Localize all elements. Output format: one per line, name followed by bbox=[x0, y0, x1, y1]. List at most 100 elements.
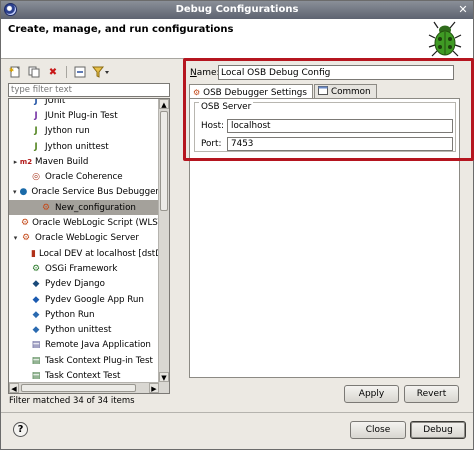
tree-item-label: OSGi Framework bbox=[45, 263, 118, 274]
panel-splitter[interactable] bbox=[178, 61, 183, 407]
tree-item[interactable]: ◆ Python unittest bbox=[9, 322, 159, 337]
tree-item[interactable]: ⚙ OSGi Framework bbox=[9, 261, 159, 276]
close-icon[interactable]: ✕ bbox=[456, 3, 470, 17]
debug-button[interactable]: Debug bbox=[410, 421, 466, 439]
tree-item[interactable]: ▮ Local DEV at localhost [dstDoma bbox=[9, 246, 169, 261]
tree-item[interactable]: ▤ Remote Java Application bbox=[9, 338, 159, 353]
tree-item-label: Task Context Test bbox=[45, 370, 121, 381]
tree-item[interactable]: ▸ m2 Maven Build bbox=[9, 154, 159, 169]
configuration-tabs: ⚙ OSB Debugger Settings Common bbox=[189, 84, 377, 100]
tree-vertical-scrollbar[interactable]: ▲ ▼ bbox=[158, 99, 169, 393]
collapse-all-icon[interactable] bbox=[72, 65, 88, 79]
new-configuration-icon[interactable]: ✱ bbox=[7, 65, 23, 79]
tree-item-label: JUnit bbox=[45, 98, 66, 106]
tab-content: OSB Server Host: Port: bbox=[189, 98, 460, 378]
svg-text:✱: ✱ bbox=[9, 67, 14, 74]
weblogic-icon: ⚙ bbox=[21, 233, 31, 244]
maven-icon: m2 bbox=[19, 157, 33, 166]
tree-item-label: Python Run bbox=[45, 309, 95, 320]
scroll-up-icon[interactable]: ▲ bbox=[159, 99, 169, 109]
filter-icon[interactable] bbox=[91, 65, 111, 79]
expand-arrow-icon[interactable]: ▾ bbox=[11, 234, 20, 242]
junit-icon: J bbox=[34, 98, 38, 106]
python-icon: ◆ bbox=[32, 309, 40, 320]
task-test-icon: ▤ bbox=[31, 370, 41, 381]
common-tab-icon bbox=[317, 86, 328, 98]
tab-common[interactable]: Common bbox=[313, 84, 377, 99]
pydev-google-icon: ◆ bbox=[32, 294, 40, 305]
debug-configurations-dialog: Debug Configurations ✕ Create, manage, a… bbox=[0, 0, 474, 450]
tree-item-label: Remote Java Application bbox=[45, 340, 151, 351]
tree-item-label: Python unittest bbox=[45, 325, 112, 336]
jython-test-icon: J bbox=[34, 141, 38, 152]
filter-input[interactable] bbox=[8, 83, 170, 97]
group-title: OSB Server bbox=[199, 102, 254, 112]
jython-icon: J bbox=[34, 126, 38, 137]
collapse-arrow-icon[interactable]: ▸ bbox=[11, 158, 20, 166]
wlst-icon: ⚙ bbox=[21, 218, 30, 229]
tree-item-label: Jython run bbox=[45, 126, 90, 137]
coherence-icon: ◎ bbox=[32, 172, 40, 183]
pydev-django-icon: ◆ bbox=[32, 279, 40, 290]
name-label: Name: bbox=[190, 68, 220, 78]
tree-item[interactable]: J JUnit bbox=[9, 98, 159, 108]
bug-icon bbox=[428, 21, 462, 57]
scroll-thumb[interactable] bbox=[160, 111, 168, 211]
tree-item-label: Pydev Google App Run bbox=[45, 294, 144, 305]
footer-divider bbox=[1, 412, 473, 413]
tree-item[interactable]: ▾ ● Oracle Service Bus Debugger bbox=[9, 185, 159, 200]
tree-item-label: Oracle WebLogic Script (WLST) bbox=[32, 218, 167, 229]
title-bar[interactable]: Debug Configurations ✕ bbox=[1, 1, 473, 19]
tree-item[interactable]: ▾ ⚙ Oracle WebLogic Server bbox=[9, 231, 159, 246]
scroll-down-icon[interactable]: ▼ bbox=[159, 372, 169, 382]
tree-item[interactable]: ◆ Pydev Google App Run bbox=[9, 292, 159, 307]
osgi-icon: ⚙ bbox=[31, 263, 41, 274]
tree-item-label: Local DEV at localhost [dstDoma bbox=[38, 248, 170, 259]
tree-item-label: New_configuration bbox=[55, 202, 136, 213]
tree-item-label: Oracle WebLogic Server bbox=[35, 233, 139, 244]
tree-item-label: Oracle Service Bus Debugger bbox=[31, 187, 159, 198]
host-input[interactable] bbox=[227, 119, 453, 133]
tree-item[interactable]: ▤ Task Context Plug-in Test bbox=[9, 353, 159, 368]
close-button[interactable]: Close bbox=[350, 421, 406, 439]
task-plugin-icon: ▤ bbox=[31, 355, 41, 366]
duplicate-icon[interactable] bbox=[26, 65, 42, 79]
delete-icon[interactable]: ✖ bbox=[45, 65, 61, 79]
tree-item[interactable]: ◎ Oracle Coherence bbox=[9, 169, 159, 184]
tree-horizontal-scrollbar[interactable]: ◀ ▶ bbox=[9, 382, 159, 393]
toolbar-separator bbox=[66, 66, 67, 78]
hscroll-thumb[interactable] bbox=[21, 384, 136, 392]
tree-item[interactable]: J JUnit Plug-in Test bbox=[9, 108, 159, 123]
configuration-name-input[interactable] bbox=[218, 65, 454, 80]
scroll-right-icon[interactable]: ▶ bbox=[149, 383, 159, 393]
apply-button[interactable]: Apply bbox=[344, 385, 399, 403]
configuration-tree[interactable]: J JUnit J JUnit Plug-in Test J Jython run J Jyt… bbox=[8, 98, 170, 394]
remote-java-icon: ▤ bbox=[31, 340, 41, 351]
osb-config-icon: ⚙ bbox=[41, 202, 51, 213]
osb-icon: ● bbox=[19, 187, 28, 198]
tree-item-label: Oracle Coherence bbox=[45, 172, 123, 183]
tree-item[interactable]: ⚙ Oracle WebLogic Script (WLST) bbox=[9, 215, 167, 230]
junit-plugin-icon: J bbox=[34, 110, 38, 121]
help-icon[interactable]: ? bbox=[13, 422, 28, 437]
osb-settings-icon: ⚙ bbox=[193, 88, 201, 97]
expand-arrow-icon[interactable]: ▾ bbox=[11, 188, 18, 196]
configuration-toolbar: ✱ ✖ bbox=[7, 65, 111, 79]
tree-item[interactable]: ◆ Pydev Django bbox=[9, 277, 159, 292]
python-test-icon: ◆ bbox=[32, 325, 40, 336]
header-banner: Create, manage, and run configurations bbox=[1, 19, 473, 59]
osb-server-group: OSB Server Host: Port: bbox=[194, 102, 456, 152]
port-input[interactable] bbox=[227, 137, 453, 151]
page-title: Create, manage, and run configurations bbox=[8, 24, 234, 35]
host-label: Host: bbox=[201, 121, 224, 131]
scroll-left-icon[interactable]: ◀ bbox=[9, 383, 19, 393]
tree-item[interactable]: J Jython run bbox=[9, 124, 159, 139]
window-title: Debug Configurations bbox=[175, 4, 299, 15]
tree-item-label: Pydev Django bbox=[45, 279, 105, 290]
tree-item-label: JUnit Plug-in Test bbox=[45, 110, 118, 121]
tab-label: Common bbox=[330, 87, 371, 97]
tree-item[interactable]: ◆ Python Run bbox=[9, 307, 159, 322]
tree-item[interactable]: ⚙ New_configuration bbox=[9, 200, 159, 216]
tree-item[interactable]: J Jython unittest bbox=[9, 139, 159, 154]
revert-button[interactable]: Revert bbox=[404, 385, 459, 403]
